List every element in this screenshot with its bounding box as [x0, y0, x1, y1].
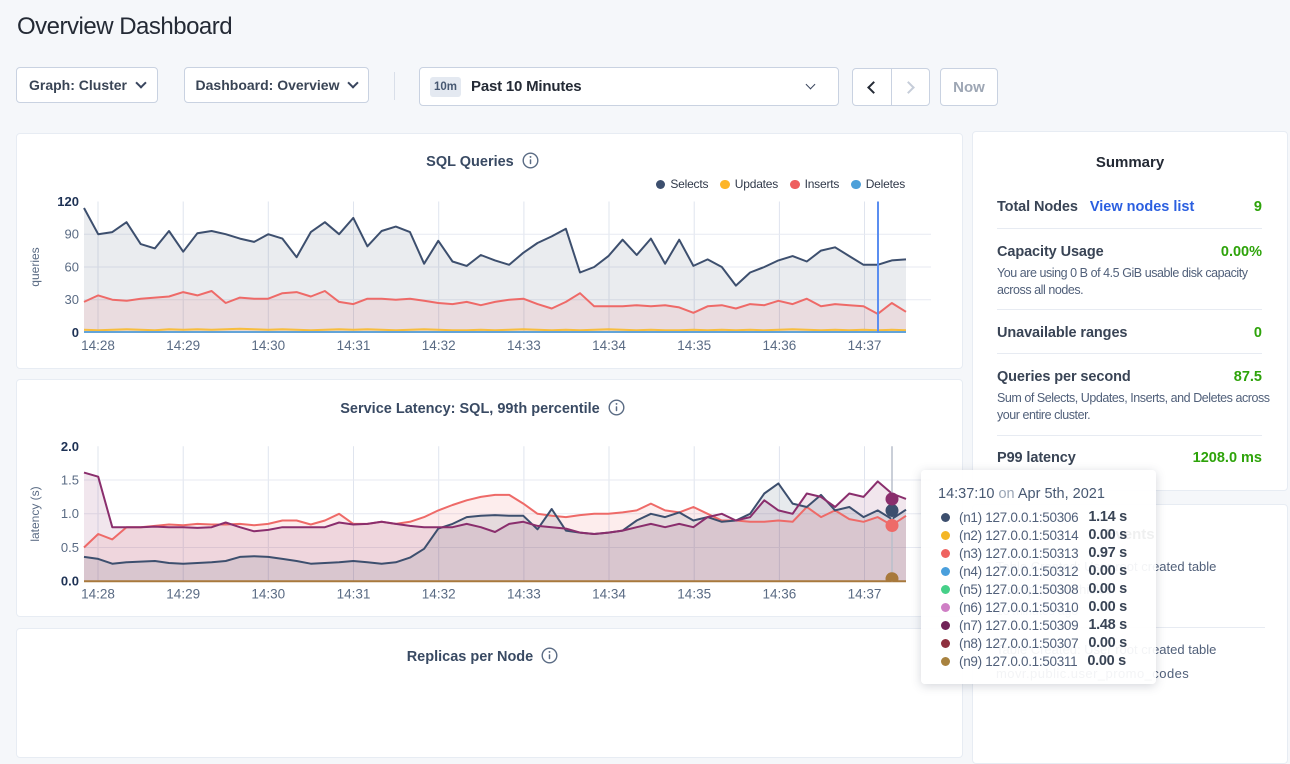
svg-text:14:34: 14:34: [592, 338, 626, 353]
svg-text:14:35: 14:35: [677, 587, 711, 602]
svg-text:14:32: 14:32: [422, 587, 456, 602]
svg-text:queries: queries: [28, 247, 42, 286]
svg-text:14:28: 14:28: [81, 338, 115, 353]
svg-text:14:34: 14:34: [592, 587, 626, 602]
svg-text:14:36: 14:36: [763, 587, 797, 602]
svg-text:14:35: 14:35: [677, 338, 711, 353]
svg-text:30: 30: [65, 292, 79, 307]
svg-text:14:29: 14:29: [166, 587, 200, 602]
svg-text:0: 0: [72, 325, 79, 340]
svg-text:14:31: 14:31: [337, 338, 371, 353]
svg-text:14:36: 14:36: [763, 338, 797, 353]
svg-text:90: 90: [65, 227, 79, 242]
svg-text:14:31: 14:31: [337, 587, 371, 602]
svg-text:60: 60: [65, 260, 79, 275]
svg-text:14:37: 14:37: [848, 587, 882, 602]
svg-text:0.0: 0.0: [61, 574, 79, 589]
svg-text:14:37: 14:37: [848, 338, 882, 353]
svg-text:1.0: 1.0: [61, 506, 79, 521]
svg-text:0.5: 0.5: [61, 540, 79, 555]
svg-text:14:30: 14:30: [251, 338, 285, 353]
svg-text:2.0: 2.0: [61, 439, 79, 454]
svg-text:14:30: 14:30: [251, 587, 285, 602]
svg-text:1.5: 1.5: [61, 473, 79, 488]
svg-text:14:29: 14:29: [166, 338, 200, 353]
svg-text:14:33: 14:33: [507, 338, 541, 353]
svg-text:latency (s): latency (s): [28, 486, 42, 541]
svg-text:14:32: 14:32: [422, 338, 456, 353]
svg-text:14:28: 14:28: [81, 587, 115, 602]
svg-text:120: 120: [57, 194, 79, 209]
svg-text:14:33: 14:33: [507, 587, 541, 602]
